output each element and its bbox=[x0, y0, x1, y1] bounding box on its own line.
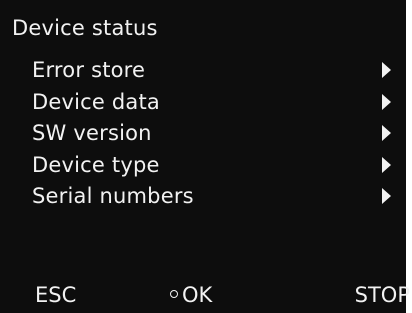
menu-item-device-type[interactable]: Device type bbox=[0, 152, 406, 184]
menu-item-device-data[interactable]: Device data bbox=[0, 89, 406, 121]
page-title: Device status bbox=[12, 16, 158, 40]
chevron-right-icon bbox=[382, 188, 391, 204]
ok-dot-icon bbox=[170, 290, 178, 298]
menu-item-error-store[interactable]: Error store bbox=[0, 57, 406, 89]
menu-item-label: Serial numbers bbox=[32, 184, 194, 208]
stop-button[interactable]: STOP bbox=[355, 282, 410, 308]
menu-item-label: Error store bbox=[32, 58, 146, 82]
menu-item-label: Device type bbox=[32, 152, 160, 177]
chevron-right-icon bbox=[382, 156, 391, 173]
chevron-right-icon bbox=[382, 62, 391, 78]
menu-item-label: Device data bbox=[32, 89, 160, 114]
menu-item-label: SW version bbox=[32, 121, 152, 145]
ok-button[interactable]: OK bbox=[170, 282, 212, 308]
softkey-bar: ESC OK STOP bbox=[0, 282, 410, 308]
menu-item-sw-version[interactable]: SW version bbox=[0, 120, 406, 152]
ok-button-label: OK bbox=[182, 283, 213, 307]
esc-button[interactable]: ESC bbox=[35, 282, 76, 308]
menu-list: Error store Device data SW version Devic… bbox=[0, 57, 406, 215]
device-screen: Device status Error store Device data SW… bbox=[0, 0, 410, 313]
chevron-right-icon bbox=[382, 93, 391, 110]
menu-item-serial-numbers[interactable]: Serial numbers bbox=[0, 183, 406, 215]
chevron-right-icon bbox=[382, 125, 391, 141]
